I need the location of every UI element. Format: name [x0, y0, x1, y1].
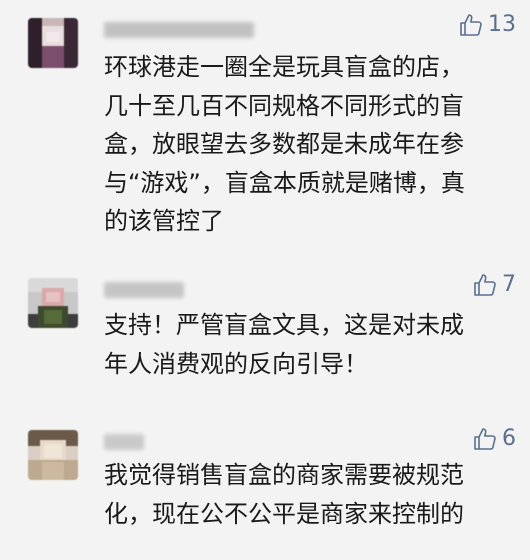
comment-text: 支持！严管盲盒文具，这是对未成 年人消费观的反向引导！	[104, 311, 464, 378]
avatar[interactable]	[28, 430, 78, 480]
thumbs-up-icon	[472, 272, 498, 298]
like-button[interactable]: 13	[458, 10, 516, 40]
like-button[interactable]: 7	[472, 270, 516, 300]
comment-text: 环球港走一圈全是玩具盲盒的店， 几十至几百不同规格不同形式的盲 盒，放眼望去多数…	[104, 53, 465, 235]
username-redacted	[104, 282, 184, 298]
comment-text: 我觉得销售盲盒的商家需要被规范 化，现在公不公平是商家来控制的	[104, 461, 464, 528]
like-button[interactable]: 6	[472, 424, 516, 454]
username-redacted	[104, 434, 144, 450]
avatar[interactable]	[28, 278, 78, 328]
avatar[interactable]	[28, 18, 78, 68]
like-count: 6	[502, 426, 516, 451]
like-count: 7	[502, 272, 516, 297]
thumbs-up-icon	[472, 426, 498, 452]
like-count: 13	[488, 12, 516, 37]
thumbs-up-icon	[458, 12, 484, 38]
username-redacted	[104, 22, 254, 38]
